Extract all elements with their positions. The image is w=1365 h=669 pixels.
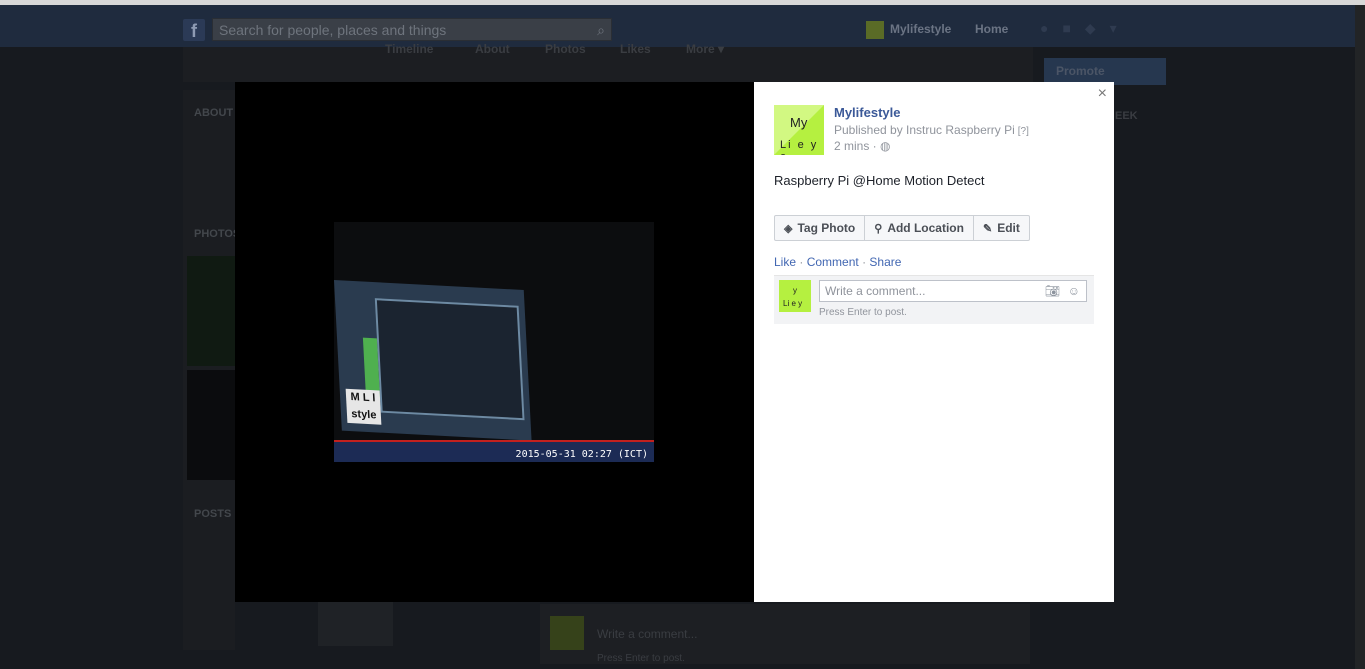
- add-location-label: Add Location: [887, 221, 964, 235]
- page-name-link[interactable]: Mylifestyle: [834, 105, 900, 120]
- camera-icon[interactable]: 📷︎: [1045, 281, 1060, 301]
- bg-comment-placeholder: Write a comment...: [597, 627, 698, 641]
- facebook-logo-icon[interactable]: f: [183, 19, 205, 41]
- comment-composer: y Li e y Write a comment... 📷︎ ☺ Press E…: [774, 275, 1094, 324]
- bg-tab-about: About: [475, 42, 510, 56]
- commenter-avatar: y Li e y: [779, 280, 811, 312]
- photo-action-bar: ◈ Tag Photo ⚲ Add Location ✎ Edit: [774, 215, 1030, 241]
- avatar-text-line1: My: [790, 115, 808, 130]
- photo-brand-mark: M L l style: [345, 388, 382, 425]
- location-pin-icon: ⚲: [874, 222, 883, 235]
- pencil-icon: ✎: [982, 222, 993, 235]
- page-shortcut-label: Mylifestyle: [890, 22, 952, 36]
- tag-photo-label: Tag Photo: [797, 221, 856, 235]
- bg-comment-avatar: [550, 616, 584, 650]
- edit-button[interactable]: ✎ Edit: [974, 216, 1029, 240]
- page-shortcut-link[interactable]: Mylifestyle: [866, 20, 952, 39]
- bg-tab-more: More ▾: [686, 42, 725, 56]
- tag-icon: ◈: [784, 222, 793, 235]
- page-mini-avatar: [866, 20, 884, 39]
- photo-monitor-content: M L l style: [334, 280, 532, 441]
- post-caption: Raspberry Pi @Home Motion Detect: [774, 173, 985, 188]
- search-icon[interactable]: ⌕: [597, 19, 605, 42]
- comment-hint: Press Enter to post.: [819, 307, 907, 318]
- page-avatar[interactable]: My Li e y e: [774, 105, 824, 155]
- facebook-top-bar: f Search for people, places and things ⌕…: [0, 5, 1365, 47]
- bg-label-posts: POSTS: [194, 508, 232, 520]
- help-link[interactable]: [?]: [1018, 126, 1029, 137]
- bg-promote-button: Promote: [1044, 58, 1166, 85]
- feedback-links: Like · Comment · Share: [774, 255, 901, 269]
- page-scrollbar[interactable]: [1355, 5, 1365, 669]
- comment-placeholder: Write a comment...: [825, 284, 926, 298]
- bg-tab-timeline: Timeline: [385, 42, 434, 56]
- commenter-avatar-line2: Li e y: [783, 299, 803, 308]
- home-link[interactable]: Home: [975, 20, 1008, 38]
- emoji-icon[interactable]: ☺: [1068, 281, 1080, 301]
- search-placeholder: Search for people, places and things: [219, 22, 447, 38]
- post-time: 2 mins · ◍: [834, 139, 891, 153]
- bg-right-heading: EEK: [1115, 110, 1138, 122]
- top-notification-icons[interactable]: ●■◆▾: [1040, 20, 1131, 37]
- search-input[interactable]: Search for people, places and things ⌕: [212, 18, 612, 41]
- bg-photo-thumb: [187, 256, 235, 366]
- separator: ·: [799, 255, 804, 269]
- post-panel: × My Li e y e Mylifestyle Published by I…: [754, 82, 1114, 602]
- commenter-avatar-line1: y: [793, 286, 797, 295]
- bg-bottom-thumb: [318, 598, 393, 646]
- bg-comment-hint: Press Enter to post.: [597, 653, 685, 664]
- comment-input[interactable]: Write a comment... 📷︎ ☺: [819, 280, 1087, 302]
- photo-window-shape: [374, 298, 525, 421]
- photo-stage[interactable]: M L l style 2015-05-31 02:27 (ICT): [235, 82, 754, 602]
- post-time-link[interactable]: 2 mins ·: [834, 139, 877, 153]
- background-tab-bar: [183, 47, 1033, 82]
- bg-tab-photos: Photos: [545, 42, 586, 56]
- photo-image[interactable]: M L l style 2015-05-31 02:27 (ICT): [334, 222, 654, 462]
- bg-label-photos: PHOTOS: [194, 228, 241, 240]
- avatar-text-line2: Li e y e: [780, 139, 819, 155]
- bg-tab-likes: Likes: [620, 42, 651, 56]
- close-icon[interactable]: ×: [1098, 85, 1107, 103]
- photo-lightbox: M L l style 2015-05-31 02:27 (ICT) × My …: [235, 82, 1114, 602]
- separator: ·: [862, 255, 867, 269]
- comment-link[interactable]: Comment: [807, 255, 859, 269]
- photo-timestamp: 2015-05-31 02:27 (ICT): [515, 449, 648, 460]
- published-by-text: Published by Instruc Raspberry Pi: [834, 123, 1015, 137]
- like-link[interactable]: Like: [774, 255, 796, 269]
- tag-photo-button[interactable]: ◈ Tag Photo: [775, 216, 866, 240]
- published-by: Published by Instruc Raspberry Pi [?]: [834, 123, 1029, 137]
- add-location-button[interactable]: ⚲ Add Location: [865, 216, 974, 240]
- share-link[interactable]: Share: [869, 255, 901, 269]
- bg-photo-thumb: [187, 370, 235, 480]
- edit-label: Edit: [997, 221, 1020, 235]
- bg-label-about: ABOUT: [194, 107, 234, 119]
- globe-icon[interactable]: ◍: [880, 139, 890, 153]
